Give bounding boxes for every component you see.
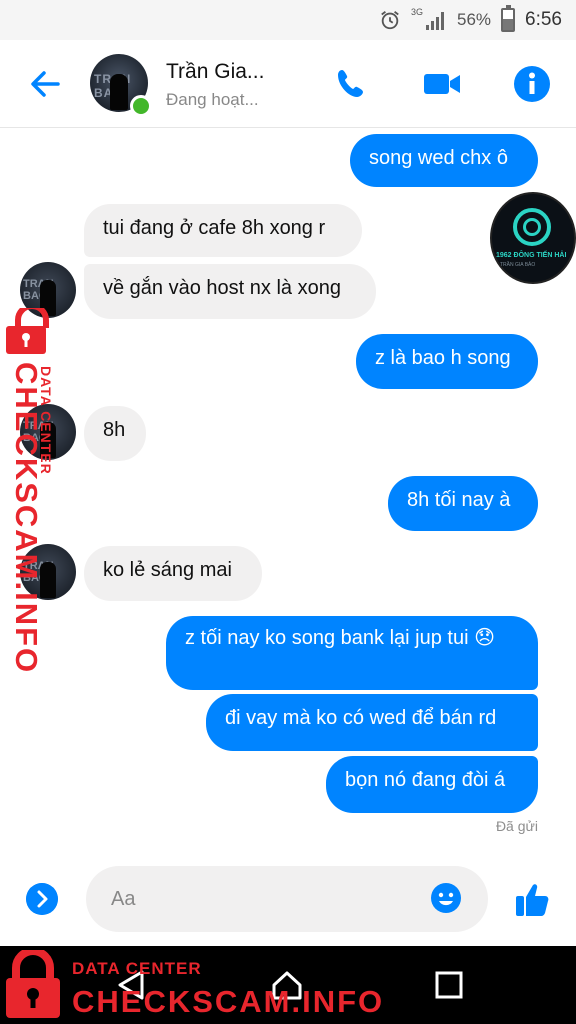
seen-avatar-brand: 1962 ĐÔNG TIẾN HẢI	[496, 252, 567, 259]
contact-status: Đang hoạt...	[166, 90, 259, 109]
message-bubble-sent[interactable]: đi vay mà ko có wed để bán rd	[206, 694, 538, 751]
sent-status: Đã gửi	[495, 818, 538, 834]
nav-recents-icon[interactable]	[432, 968, 466, 1002]
battery-percent: 56%	[456, 10, 492, 29]
message-list[interactable]: song wed chx ô 1962 ĐÔNG TIẾN HẢI TRẦN G…	[0, 128, 576, 848]
emoji-icon[interactable]	[430, 882, 462, 914]
thumbs-up-icon[interactable]	[514, 880, 552, 918]
network-type: 3G	[410, 7, 423, 17]
seen-avatar-subtitle: TRẦN GIA BẢO	[500, 262, 536, 268]
contact-name[interactable]: Trần Gia...	[166, 60, 264, 84]
message-bubble-received[interactable]: 8h	[84, 406, 146, 461]
alarm-icon	[381, 11, 399, 30]
message-bubble-received[interactable]: về gắn vào host nx là xong	[84, 264, 376, 319]
seen-avatar: 1962 ĐÔNG TIẾN HẢI TRẦN GIA BẢO	[490, 192, 576, 284]
message-bubble-sent[interactable]: bọn nó đang đòi á	[326, 756, 538, 813]
info-icon[interactable]	[512, 64, 552, 104]
message-input-placeholder: Aa	[111, 888, 136, 910]
message-bubble-sent[interactable]: 8h tối nay à	[388, 476, 538, 531]
signal-icon	[425, 12, 444, 30]
system-navigation-bar: DATA CENTER CHECKSCAM.INFO	[0, 946, 576, 1024]
message-bubble-received[interactable]: ko lẻ sáng mai	[84, 546, 262, 601]
chat-header: TRAN BAO Trần Gia... Đang hoạt...	[0, 40, 576, 128]
expand-chevron-icon[interactable]	[26, 883, 58, 915]
back-arrow-icon[interactable]	[26, 64, 66, 104]
online-indicator	[130, 95, 152, 117]
watermark-title: CHECKSCAM.INFO	[72, 984, 385, 1019]
clock: 6:56	[525, 9, 562, 30]
message-input[interactable]: Aa	[86, 866, 488, 932]
message-bubble-received[interactable]: tui đang ở cafe 8h xong r	[84, 204, 362, 257]
watermark-subtitle: DATA CENTER	[72, 959, 202, 978]
side-watermark-subtext: DATA CENTER	[38, 366, 54, 475]
message-bubble-sent[interactable]: z tối nay ko song bank lại jup tui 😞	[166, 616, 538, 690]
status-bar: 3G 56% 6:56	[0, 0, 576, 40]
phone-call-icon[interactable]	[332, 64, 372, 104]
message-bubble-sent[interactable]: song wed chx ô	[350, 134, 538, 187]
padlock-icon	[6, 950, 60, 1018]
battery-icon	[501, 5, 516, 32]
message-bubble-sent[interactable]: z là bao h song	[356, 334, 538, 389]
video-call-icon[interactable]	[422, 64, 462, 104]
padlock-icon	[6, 308, 49, 354]
composer: Aa	[0, 852, 576, 946]
